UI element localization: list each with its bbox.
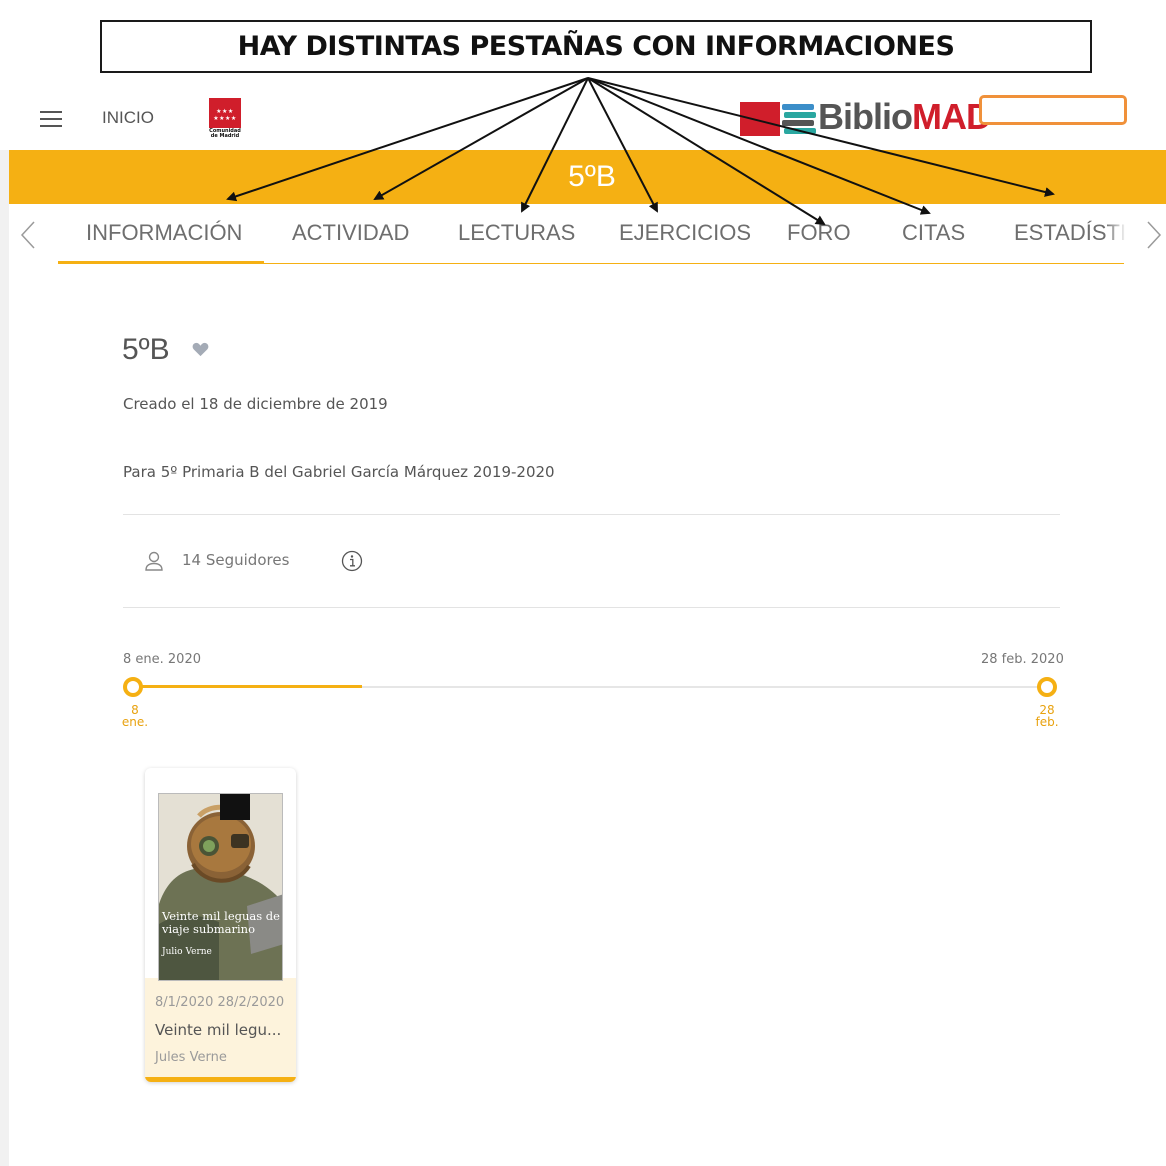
created-date: Creado el 18 de diciembre de 2019 — [123, 395, 388, 413]
page-title: 5ºB — [122, 333, 170, 366]
page-left-edge — [0, 150, 9, 1166]
timeline-progress — [133, 685, 362, 688]
tab-fade — [1105, 214, 1127, 259]
home-link[interactable]: INICIO — [102, 108, 154, 128]
book-author: Jules Verne — [155, 1050, 227, 1065]
divider — [123, 514, 1060, 515]
chevron-right-icon[interactable] — [1146, 221, 1162, 249]
tab-actividad[interactable]: ACTIVIDAD — [292, 220, 409, 246]
book-card-bar — [145, 1077, 296, 1082]
active-tab-indicator — [58, 261, 264, 264]
cover-author: Julio Verne — [162, 947, 212, 957]
timeline-end-date: 28 feb. 2020 — [981, 652, 1064, 667]
comunidad-madrid-logo: ★★★ ★★★★ Comunidad de Madrid — [209, 98, 241, 144]
book-title: Veinte mil legu... — [155, 1021, 282, 1039]
banner-title: 5ºB — [568, 160, 616, 193]
cover-title: Veinte mil leguas de viaje submarino — [162, 909, 280, 936]
book-card[interactable]: Veinte mil leguas de viaje submarino Jul… — [145, 768, 296, 1082]
chevron-left-icon[interactable] — [20, 221, 36, 249]
timeline-end-node[interactable] — [1037, 677, 1057, 697]
tab-citas[interactable]: CITAS — [902, 220, 965, 246]
timeline-start-label: 8 ene. — [121, 703, 149, 729]
tab-lecturas[interactable]: LECTURAS — [458, 220, 575, 246]
divider — [123, 607, 1060, 608]
highlight-box — [979, 95, 1127, 125]
cover-publisher-band — [220, 794, 250, 820]
tab-informacion[interactable]: INFORMACIÓN — [86, 220, 242, 246]
annotation-text: HAY DISTINTAS PESTAÑAS CON INFORMACIONES — [237, 31, 955, 62]
heart-icon[interactable] — [192, 342, 209, 357]
hamburger-menu-icon[interactable] — [40, 111, 62, 127]
timeline-start-date: 8 ene. 2020 — [123, 652, 201, 667]
info-icon[interactable] — [341, 550, 363, 572]
book-dates: 8/1/2020 28/2/2020 — [155, 995, 285, 1010]
book-cover: Veinte mil leguas de viaje submarino Jul… — [158, 793, 283, 981]
bibliomad-logo[interactable]: BiblioMAD — [740, 96, 992, 142]
tab-foro[interactable]: FORO — [787, 220, 851, 246]
user-icon — [145, 551, 163, 571]
followers-count[interactable]: 14 Seguidores — [182, 551, 289, 569]
annotation-box: HAY DISTINTAS PESTAÑAS CON INFORMACIONES — [100, 20, 1092, 73]
group-description: Para 5º Primaria B del Gabriel García Má… — [123, 463, 555, 481]
timeline-end-label: 28 feb. — [1035, 703, 1059, 729]
tab-ejercicios[interactable]: EJERCICIOS — [619, 220, 751, 246]
timeline-start-node[interactable] — [123, 677, 143, 697]
